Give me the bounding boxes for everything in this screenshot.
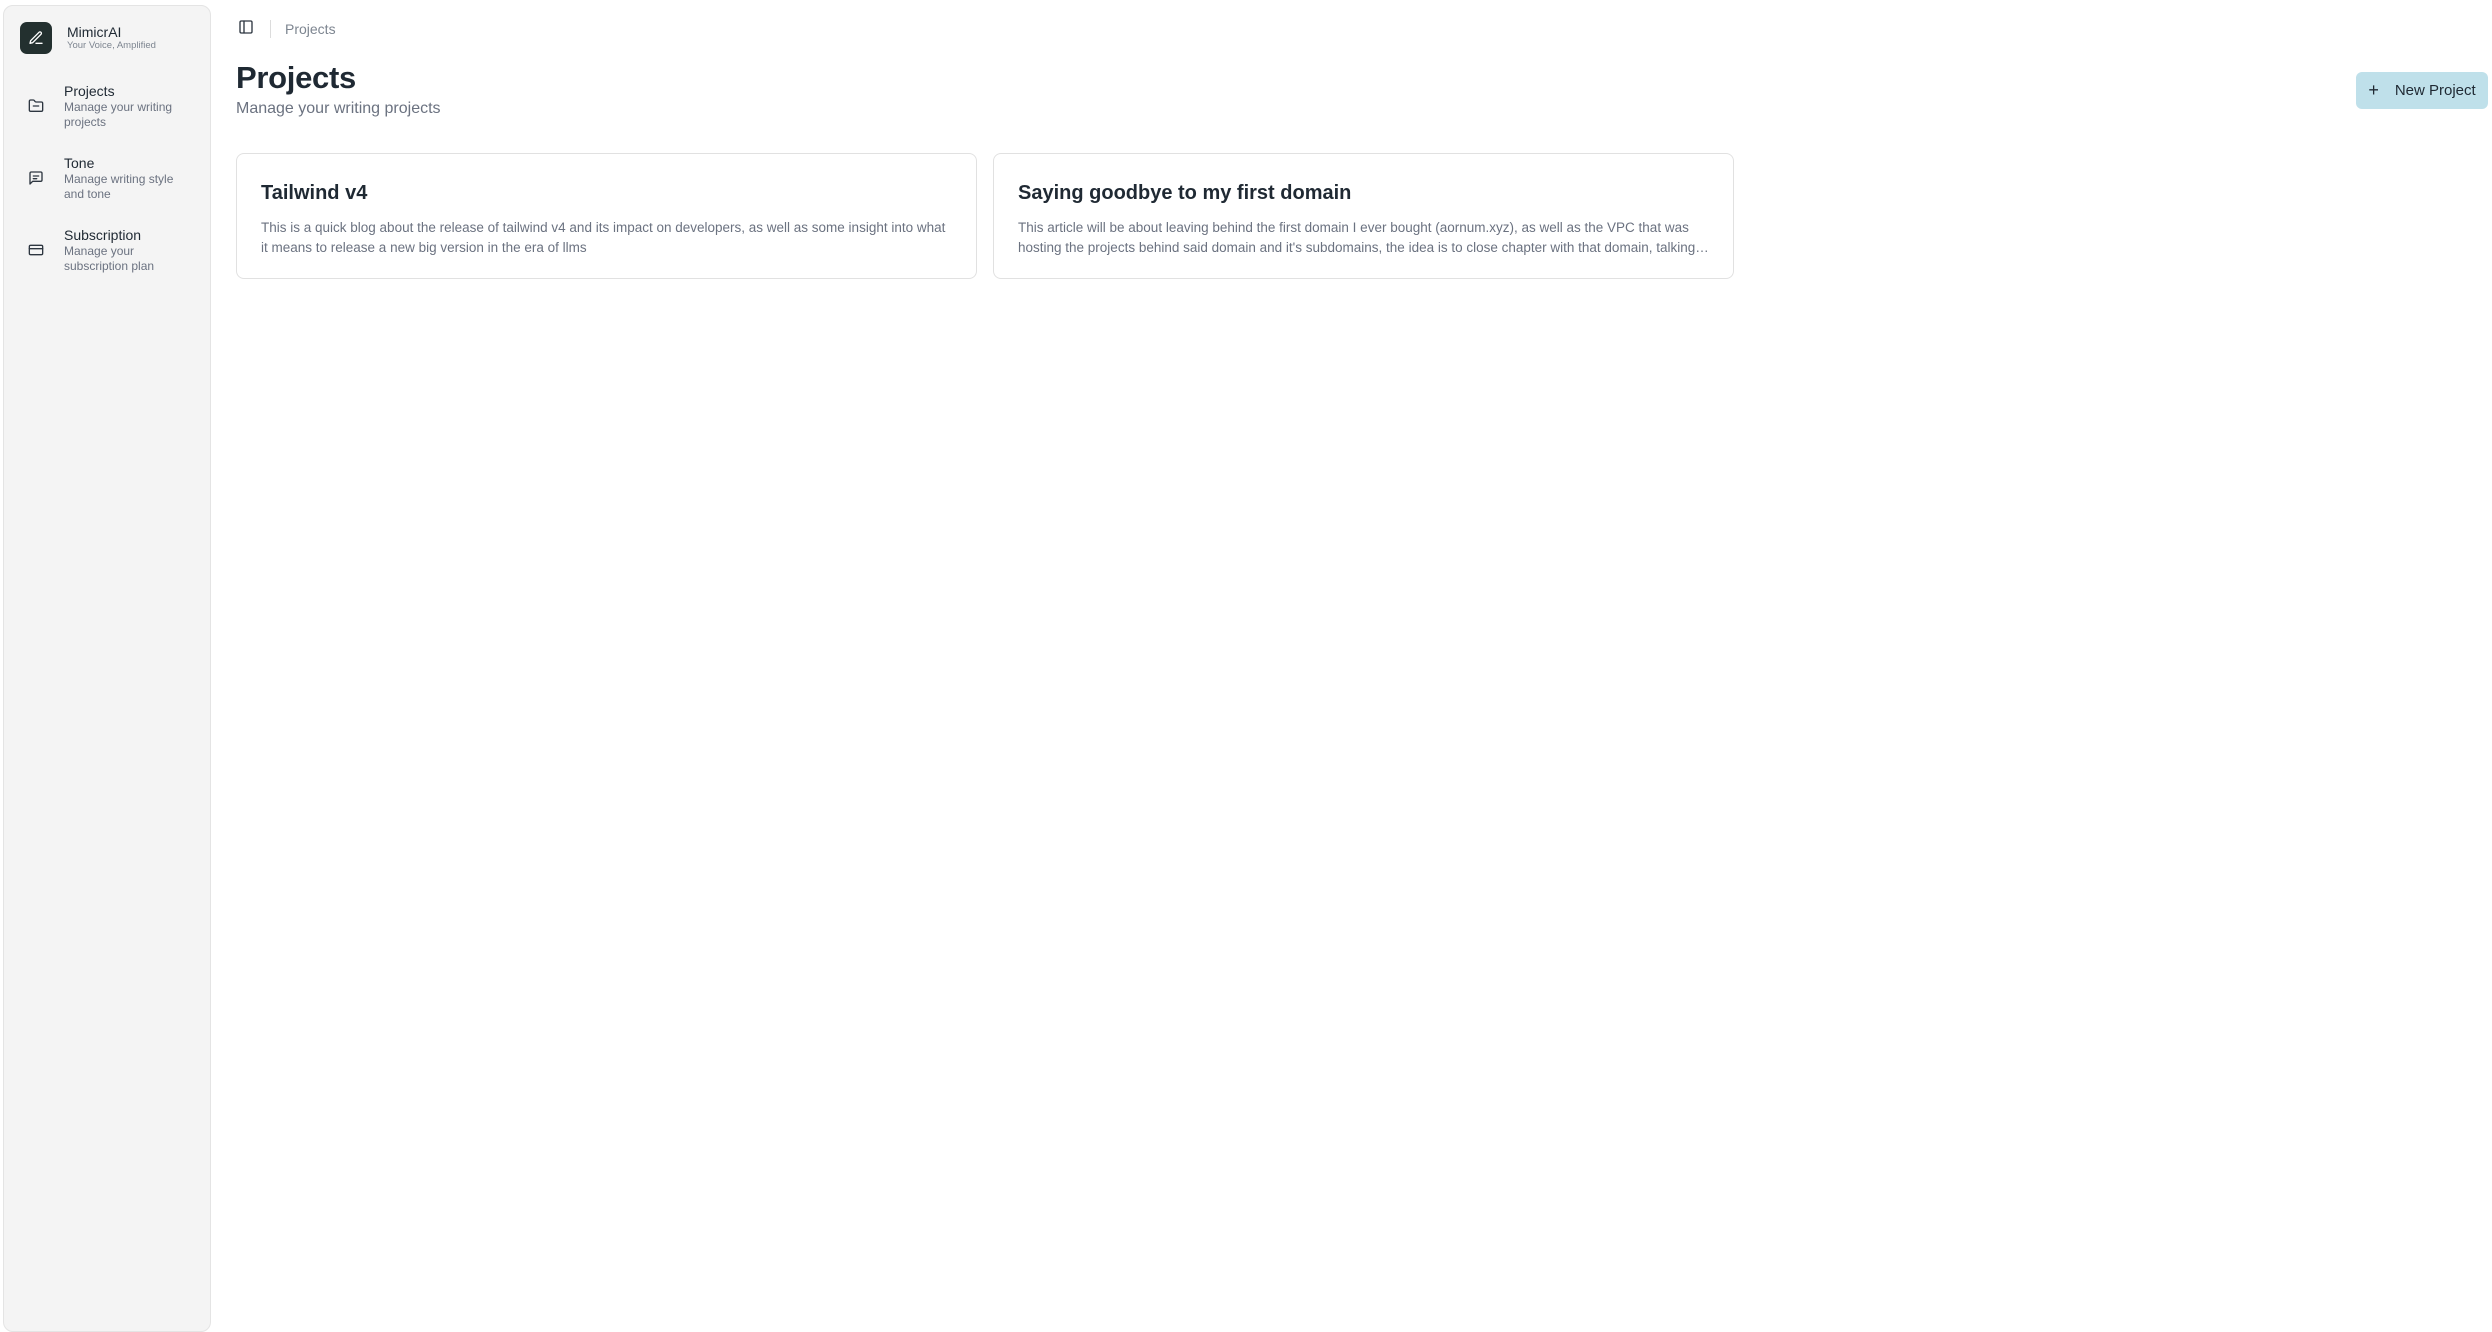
app-root: MimicrAI Your Voice, Amplified Projects … [0,0,2492,1332]
project-card-description: This article will be about leaving behin… [1018,220,1696,255]
sidebar-item-desc: Manage writing style and tone [64,172,174,201]
topbar: Projects [236,18,336,40]
plus-icon: + [2368,80,2379,100]
sidebar-item-text: Subscription Manage your subscription pl… [64,226,184,274]
sidebar-item-title: Subscription [64,227,142,243]
credit-card-icon [28,242,48,262]
topbar-divider [270,20,271,38]
new-project-label: New Project [2394,82,2476,99]
new-project-button[interactable]: + New Project [2356,72,2488,109]
folder-icon [28,98,48,118]
sidebar-item-projects[interactable]: Projects Manage your writing projects [20,82,200,154]
sidebar-item-title: Tone [64,155,95,171]
sidebar-item-title: Projects [64,83,115,99]
sidebar-item-text: Projects Manage your writing projects [64,82,184,130]
sidebar-item-subscription[interactable]: Subscription Manage your subscription pl… [20,226,200,298]
page-title: Projects [236,60,356,95]
sidebar-item-tone[interactable]: Tone Manage writing style and tone [20,154,200,226]
project-card-title: Saying goodbye to my first domain [1018,182,1352,204]
brand[interactable]: MimicrAI Your Voice, Amplified [20,22,156,54]
brand-text: MimicrAI Your Voice, Amplified [67,24,156,52]
breadcrumb[interactable]: Projects [285,21,336,37]
sidebar-item-desc: Manage your writing projects [64,100,173,129]
project-list: Tailwind v4 This is a quick blog about t… [236,153,1750,279]
project-card-title: Tailwind v4 [261,182,368,204]
sidebar-item-desc: Manage your subscription plan [64,244,155,273]
brand-tagline: Your Voice, Amplified [67,40,156,51]
project-card-description: This is a quick blog about the release o… [261,220,946,255]
project-card[interactable]: Tailwind v4 This is a quick blog about t… [236,153,977,279]
sidebar-toggle-icon [238,19,254,40]
sidebar: MimicrAI Your Voice, Amplified Projects … [3,5,211,1332]
message-square-icon [28,170,48,190]
project-card[interactable]: Saying goodbye to my first domain This a… [993,153,1734,279]
sidebar-item-text: Tone Manage writing style and tone [64,154,184,202]
sidebar-toggle-button[interactable] [236,19,256,39]
page-subtitle: Manage your writing projects [236,100,441,117]
brand-name: MimicrAI [67,24,122,40]
sidebar-nav: Projects Manage your writing projects To… [20,82,200,298]
pen-icon [20,22,52,54]
